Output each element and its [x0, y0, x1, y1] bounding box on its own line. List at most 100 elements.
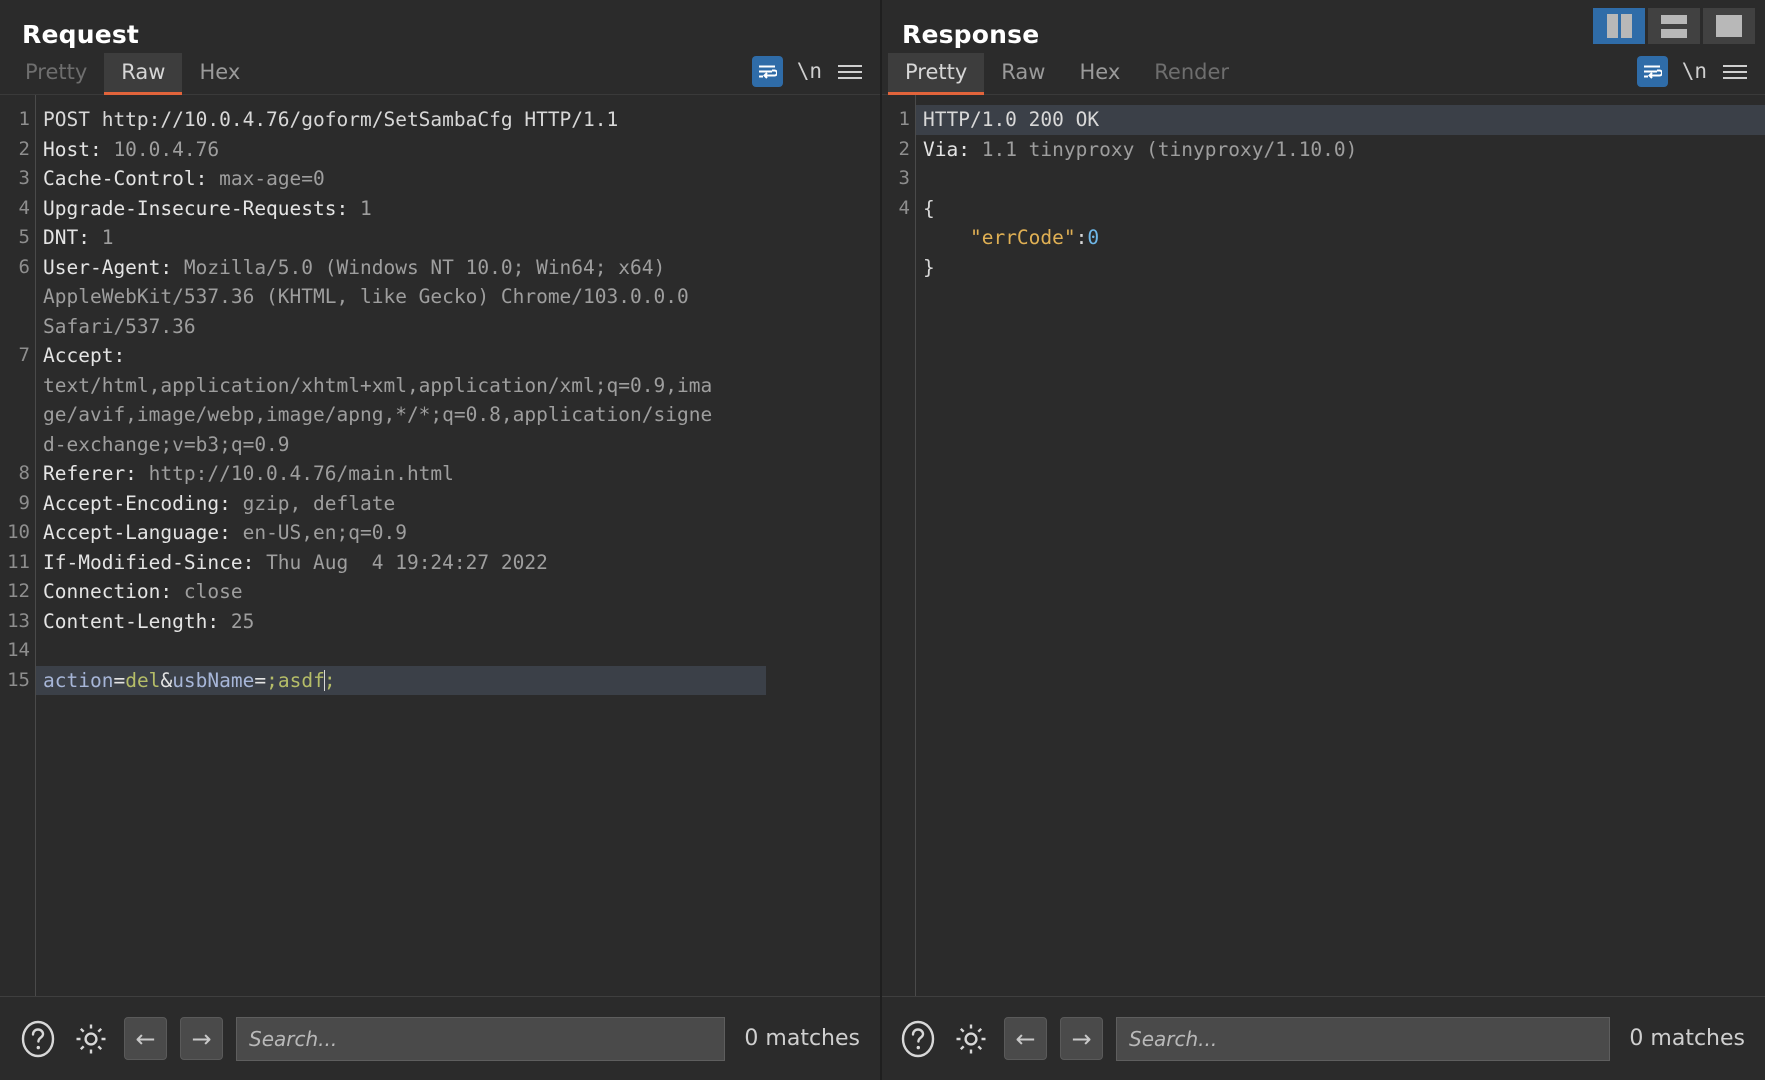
response-tab-pretty[interactable]: Pretty [888, 52, 985, 96]
header-value: 1.1 tinyproxy (tinyproxy/1.10.0) [969, 137, 1358, 161]
code-line: If-Modified-Since: Thu Aug 4 19:24:27 20… [41, 548, 880, 578]
param-name: action [43, 668, 114, 692]
status-line-text: HTTP/1.0 200 OK [923, 108, 1100, 131]
code-line-wrap: AppleWebKit/537.36 (KHTML, like Gecko) C… [41, 282, 880, 312]
json-value: 0 [1087, 226, 1100, 249]
header-value: http://10.0.4.76/main.html [136, 462, 454, 485]
line-number: 5 [18, 226, 30, 248]
line-number-wrap: . [0, 312, 35, 342]
json-close-brace: } [923, 255, 935, 279]
header-name: Connection: [43, 580, 173, 603]
param-value: del [125, 668, 161, 692]
response-tab-raw[interactable]: Raw [984, 53, 1062, 94]
layout-split-vertical-button[interactable] [1593, 8, 1645, 44]
response-tabbar-icons: \n [1636, 56, 1765, 94]
request-tab-hex[interactable]: Hex [182, 53, 257, 94]
line-number: 4 [18, 196, 30, 219]
line-number: 8 [18, 462, 30, 484]
line-number: 12 [7, 580, 30, 602]
json-body-line: "errCode":0 [921, 223, 1765, 253]
hamburger-menu-icon[interactable] [1721, 63, 1749, 81]
word-wrap-icon[interactable] [1636, 56, 1668, 87]
line-number: 6 [18, 255, 30, 278]
search-next-button[interactable]: → [180, 1017, 223, 1060]
header-value-wrap: Safari/537.36 [43, 314, 196, 338]
gear-icon[interactable] [71, 1019, 111, 1059]
response-tab-render[interactable]: Render [1137, 53, 1246, 94]
code-line-wrap: text/html,application/xhtml+xml,applicat… [41, 371, 880, 401]
code-line: { [921, 194, 1765, 224]
search-input[interactable] [1116, 1016, 1611, 1061]
line-number: 9 [18, 491, 30, 514]
code-line: Via: 1.1 tinyproxy (tinyproxy/1.10.0) [921, 135, 1765, 165]
line-number: 3 [18, 167, 30, 189]
request-editor[interactable]: 1 2 3 4 5 6 . . 7 . . . 8 9 10 11 12 13 … [0, 95, 880, 996]
header-value: 1 [348, 196, 372, 220]
header-name: User-Agent: [43, 255, 173, 279]
header-value: gzip, deflate [230, 491, 396, 515]
response-status-line: HTTP/1.0 200 OK [916, 105, 1765, 135]
help-circle-icon[interactable] [18, 1019, 58, 1059]
response-editor[interactable]: 1 2 3 4 HTTP/1.0 200 OK Via: 1.1 tinypro… [880, 95, 1765, 996]
request-tabbar: Pretty Raw Hex \n [0, 47, 880, 96]
search-matches-count: 0 matches [744, 1026, 860, 1051]
header-value: 1 [89, 226, 114, 249]
request-tab-pretty[interactable]: Pretty [8, 53, 104, 94]
line-number-wrap: . [0, 282, 35, 312]
response-searchbar: ← → 0 matches [880, 996, 1765, 1080]
request-tab-raw[interactable]: Raw [104, 52, 183, 96]
search-prev-button[interactable]: ← [124, 1017, 167, 1060]
param-value-tail: ; [323, 668, 336, 692]
header-value: Mozilla/5.0 (Windows NT 10.0; Win64; x64… [172, 255, 666, 279]
line-number: 1 [18, 108, 30, 130]
newline-toggle-icon[interactable]: \n [797, 61, 822, 82]
param-equals: = [113, 668, 126, 692]
word-wrap-icon[interactable] [751, 56, 783, 87]
header-value: 25 [219, 609, 255, 633]
response-code[interactable]: HTTP/1.0 200 OK Via: 1.1 tinyproxy (tiny… [916, 95, 1765, 996]
layout-single-pane-button[interactable] [1703, 8, 1755, 44]
param-value: ;asdf [266, 668, 325, 692]
search-input[interactable] [236, 1016, 726, 1061]
line-number: 10 [7, 521, 30, 543]
line-number: 13 [7, 609, 30, 632]
line-number: 4 [898, 196, 910, 219]
code-line: Referer: http://10.0.4.76/main.html [41, 459, 880, 489]
code-line: User-Agent: Mozilla/5.0 (Windows NT 10.0… [41, 253, 880, 283]
search-next-button[interactable]: → [1060, 1017, 1103, 1060]
search-matches-count: 0 matches [1629, 1026, 1745, 1051]
code-line: Accept-Encoding: gzip, deflate [41, 489, 880, 519]
request-code[interactable]: POST http://10.0.4.76/goform/SetSambaCfg… [36, 95, 880, 996]
line-number: 1 [898, 108, 910, 130]
header-name: DNT: [43, 226, 90, 249]
code-line: Accept: [41, 341, 880, 371]
line-number-wrap: . [0, 371, 35, 401]
single-pane-icon [1716, 15, 1742, 37]
split-horizontal-icon [1661, 14, 1687, 38]
code-line: Host: 10.0.4.76 [41, 135, 880, 165]
split-vertical-icon [1606, 14, 1632, 38]
code-line: } [921, 253, 1765, 283]
request-gutter: 1 2 3 4 5 6 . . 7 . . . 8 9 10 11 12 13 … [0, 95, 36, 996]
code-line-wrap: d-exchange;v=b3;q=0.9 [41, 430, 880, 460]
header-name: Accept-Encoding: [43, 491, 231, 515]
header-name: Content-Length: [43, 609, 220, 633]
help-circle-icon[interactable] [898, 1019, 938, 1059]
line-number-wrap: . [0, 400, 35, 430]
header-value-wrap: d-exchange;v=b3;q=0.9 [43, 432, 290, 456]
layout-split-horizontal-button[interactable] [1648, 8, 1700, 44]
header-name: Upgrade-Insecure-Requests: [43, 196, 349, 220]
code-line: Cache-Control: max-age=0 [41, 164, 880, 194]
newline-toggle-icon[interactable]: \n [1682, 61, 1707, 82]
pane-splitter[interactable] [880, 0, 882, 1080]
request-body-line[interactable]: action=del&usbName=;asdf; [36, 665, 766, 695]
gear-icon[interactable] [951, 1019, 991, 1059]
response-tab-hex[interactable]: Hex [1062, 53, 1137, 94]
line-number-wrap: . [0, 430, 35, 460]
header-name: Host: [43, 137, 102, 161]
line-number: 11 [7, 550, 30, 573]
search-prev-button[interactable]: ← [1004, 1017, 1047, 1060]
header-value: en-US,en;q=0.9 [230, 521, 407, 544]
hamburger-menu-icon[interactable] [836, 63, 864, 81]
